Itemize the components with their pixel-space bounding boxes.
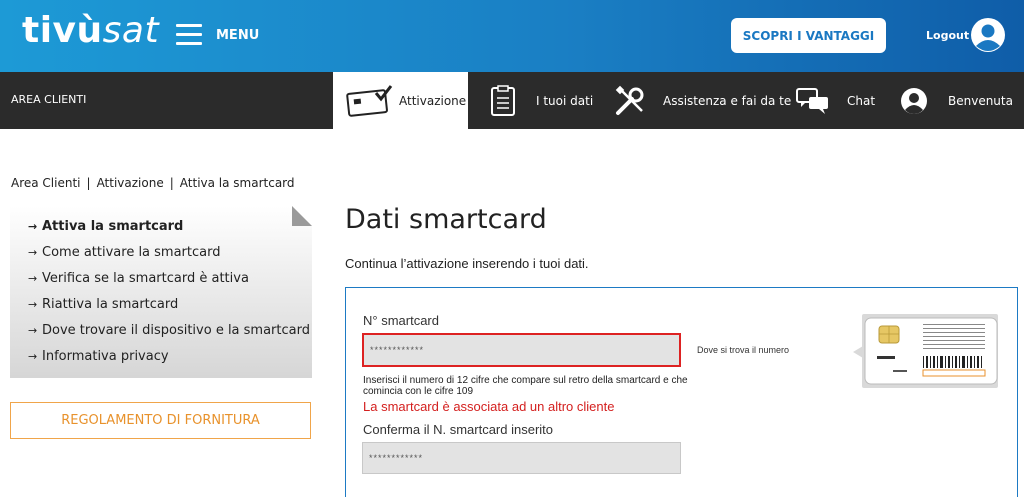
breadcrumb-separator: |	[86, 176, 91, 190]
nav-tab-chat[interactable]: Chat	[796, 72, 875, 129]
clipboard-icon	[491, 84, 515, 116]
page-subtitle: Continua l’attivazione inserendo i tuoi …	[345, 256, 589, 271]
breadcrumb-attivazione[interactable]: Attivazione	[97, 176, 164, 190]
account-icon[interactable]	[970, 17, 1006, 53]
nav-tab-label: Attivazione	[399, 93, 467, 108]
confirm-smartcard-input[interactable]: ************	[362, 442, 681, 474]
hamburger-menu-icon[interactable]	[176, 24, 202, 46]
chat-icon	[796, 87, 828, 114]
user-icon	[901, 87, 927, 114]
nav-tab-label: Assistenza e fai da te	[663, 93, 792, 108]
side-item-privacy[interactable]: → Informativa privacy	[28, 349, 169, 364]
side-menu: → Attiva la smartcard → Come attivare la s…	[10, 206, 312, 378]
smartcard-label: N° smartcard	[363, 313, 439, 328]
corner-fold	[292, 206, 312, 226]
breadcrumb-current: Attiva la smartcard	[179, 176, 295, 190]
side-item-dove-trovare[interactable]: → Dove trovare il dispositivo e la smartc…	[28, 323, 310, 338]
nav-tab-label: Chat	[847, 93, 876, 108]
top-header: tivùsat MENU SCOPRI I VANTAGGI Logout	[0, 0, 1024, 72]
side-item-label: Attiva la smartcard	[42, 219, 184, 234]
side-item-label: Informativa privacy	[42, 349, 169, 364]
side-item-come-attivare[interactable]: → Come attivare la smartcard	[28, 245, 220, 260]
tools-icon	[615, 85, 644, 115]
area-clienti-label: AREA CLIENTI	[11, 93, 87, 106]
side-item-label: Come attivare la smartcard	[42, 245, 221, 260]
nav-tab-attivazione[interactable]: Attivazione	[333, 72, 468, 129]
nav-tab-benvenuta[interactable]: Benvenuta	[900, 72, 1013, 129]
nav-tab-label: I tuoi dati	[536, 93, 594, 108]
smartcard-hint: Inserisci il numero di 12 cifre che comp…	[363, 375, 688, 397]
arrow-right-icon: →	[28, 324, 38, 337]
arrow-right-icon: →	[28, 298, 38, 311]
side-item-label: Dove trovare il dispositivo e la smartca…	[42, 323, 310, 338]
dove-si-trova-link[interactable]: Dove si trova il numero	[697, 345, 789, 355]
arrow-right-icon: →	[28, 246, 38, 259]
side-item-riattiva[interactable]: → Riattiva la smartcard	[28, 297, 178, 312]
menu-label[interactable]: MENU	[216, 28, 259, 43]
smartcard-input[interactable]: ************	[362, 333, 681, 367]
breadcrumb: Area Clienti | Attivazione | Attiva la smart…	[11, 176, 295, 190]
nav-tab-assistenza[interactable]: Assistenza e fai da te	[614, 72, 791, 129]
scopri-vantaggi-button[interactable]: SCOPRI I VANTAGGI	[731, 18, 886, 53]
logout-link[interactable]: Logout	[926, 29, 969, 42]
nav-tab-i-tuoi-dati[interactable]: I tuoi dati	[490, 72, 593, 129]
arrow-right-icon: →	[28, 350, 38, 363]
arrow-right-icon: →	[28, 272, 38, 285]
tivusat-logo[interactable]: tivùsat	[22, 10, 159, 51]
side-item-attiva-smartcard[interactable]: → Attiva la smartcard	[28, 219, 183, 234]
confirm-smartcard-label: Conferma il N. smartcard inserito	[363, 422, 553, 437]
smartcard-error-message: La smartcard è associata ad un altro cli…	[363, 399, 615, 414]
page-title: Dati smartcard	[345, 204, 547, 235]
regolamento-button[interactable]: REGOLAMENTO DI FORNITURA	[10, 402, 311, 439]
card-check-icon	[346, 84, 393, 117]
smartcard-back-image	[853, 314, 998, 388]
side-item-label: Riattiva la smartcard	[42, 297, 179, 312]
breadcrumb-separator: |	[169, 176, 174, 190]
side-item-verifica[interactable]: → Verifica se la smartcard è attiva	[28, 271, 249, 286]
logo-part-2: sat	[102, 10, 160, 51]
nav-tab-label: Benvenuta	[948, 93, 1013, 108]
arrow-right-icon: →	[28, 220, 38, 233]
logo-part-1: tivù	[22, 10, 103, 51]
side-item-label: Verifica se la smartcard è attiva	[42, 271, 249, 286]
breadcrumb-area-clienti[interactable]: Area Clienti	[11, 176, 81, 190]
